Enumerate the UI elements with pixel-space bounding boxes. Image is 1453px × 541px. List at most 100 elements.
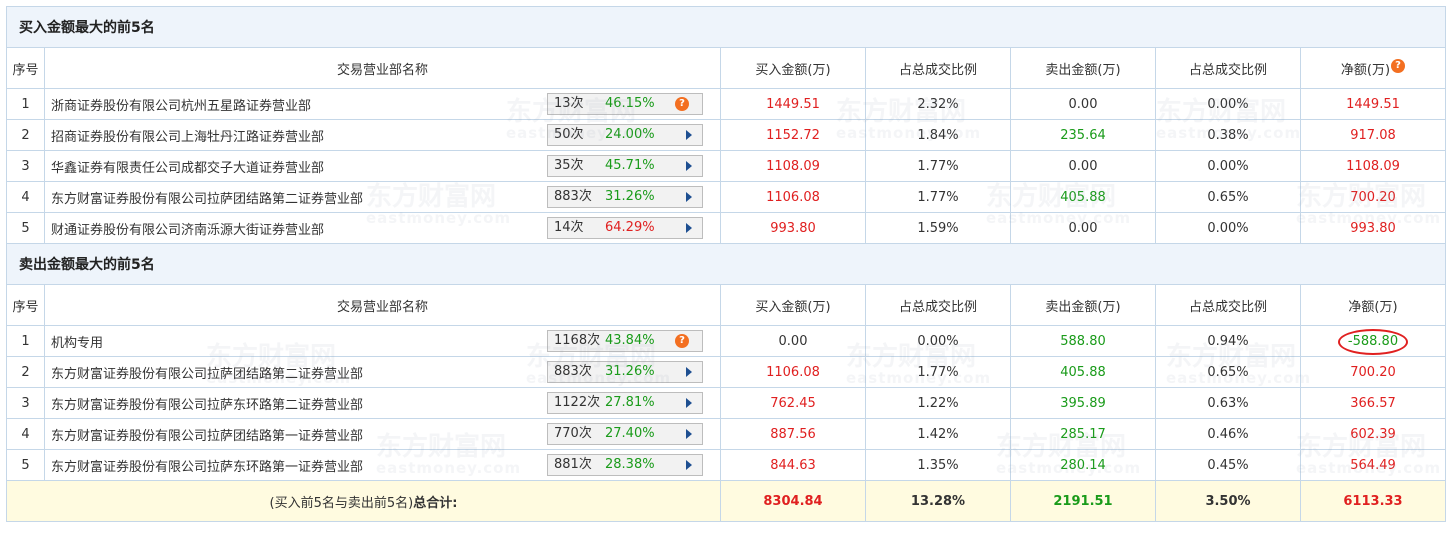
dept-cell: 东方财富证券股份有限公司拉萨团结路第一证券营业部 770次 27.40% bbox=[44, 418, 721, 450]
col-sell-amount-header: 卖出金额(万) bbox=[1010, 284, 1156, 326]
buy-ratio: 1.77% bbox=[865, 356, 1011, 388]
buy-amount: 1106.08 bbox=[720, 356, 866, 388]
dept-name-link[interactable]: 东方财富证券股份有限公司拉萨团结路第二证券营业部 bbox=[51, 363, 363, 382]
dept-stat-box[interactable]: 883次 31.26% bbox=[547, 361, 703, 383]
row-index: 2 bbox=[6, 356, 45, 388]
dept-stat-box[interactable]: 883次 31.26% bbox=[547, 186, 703, 208]
buy-ratio: 0.00% bbox=[865, 325, 1011, 357]
sell-amount: 0.00 bbox=[1010, 150, 1156, 182]
dept-name-link[interactable]: 机构专用 bbox=[51, 332, 103, 351]
buy-ratio: 1.59% bbox=[865, 212, 1011, 244]
net-amount: -588.80 bbox=[1300, 325, 1446, 357]
buy-ratio: 2.32% bbox=[865, 88, 1011, 120]
row-index: 3 bbox=[6, 387, 45, 419]
triangle-right-icon[interactable] bbox=[686, 429, 692, 439]
dept-cell: 财通证券股份有限公司济南泺源大街证券营业部 14次 64.29% bbox=[44, 212, 721, 244]
net-amount: 993.80 bbox=[1300, 212, 1446, 244]
net-amount: 700.20 bbox=[1300, 181, 1446, 213]
sell-amount: 235.64 bbox=[1010, 119, 1156, 151]
total-row: (买入前5名与卖出前5名)总合计: 8304.84 13.28% 2191.51… bbox=[6, 480, 1446, 522]
dept-win-rate: 43.84% bbox=[605, 333, 655, 348]
col-net-header: 净额(万)? bbox=[1300, 47, 1446, 89]
dept-stat-box[interactable]: 1122次 27.81% bbox=[547, 392, 703, 414]
dept-name-link[interactable]: 财通证券股份有限公司济南泺源大街证券营业部 bbox=[51, 219, 324, 238]
col-sell-ratio-header: 占总成交比例 bbox=[1155, 47, 1301, 89]
dept-win-rate: 31.26% bbox=[605, 189, 655, 204]
sell-amount: 405.88 bbox=[1010, 181, 1156, 213]
sell-ratio: 0.94% bbox=[1155, 325, 1301, 357]
buy-ratio: 1.35% bbox=[865, 449, 1011, 481]
triangle-right-icon[interactable] bbox=[686, 367, 692, 377]
row-index: 4 bbox=[6, 181, 45, 213]
net-amount-text: 366.57 bbox=[1350, 395, 1396, 411]
total-buy-amount: 8304.84 bbox=[720, 480, 866, 522]
net-amount-text: 700.20 bbox=[1350, 364, 1396, 380]
dept-name-link[interactable]: 东方财富证券股份有限公司拉萨东环路第一证券营业部 bbox=[51, 456, 363, 475]
triangle-right-icon[interactable] bbox=[686, 398, 692, 408]
triangle-right-icon[interactable] bbox=[686, 161, 692, 171]
dept-stat-box[interactable]: 14次 64.29% bbox=[547, 217, 703, 239]
table-row: 2 招商证券股份有限公司上海牡丹江路证券营业部 50次 24.00% 1152.72 1.… bbox=[6, 119, 1446, 151]
net-amount: 1108.09 bbox=[1300, 150, 1446, 182]
sell-column-header-row: 序号 交易营业部名称 买入金额(万) 占总成交比例 卖出金额(万) 占总成交比例… bbox=[6, 284, 1446, 326]
dept-count: 50次 bbox=[554, 127, 584, 142]
net-amount-circled: -588.80 bbox=[1337, 329, 1409, 355]
total-sell-amount: 2191.51 bbox=[1010, 480, 1156, 522]
net-amount-text: 564.49 bbox=[1350, 457, 1396, 473]
triangle-right-icon[interactable] bbox=[686, 130, 692, 140]
dept-cell: 东方财富证券股份有限公司拉萨团结路第二证券营业部 883次 31.26% bbox=[44, 181, 721, 213]
sell-ratio: 0.00% bbox=[1155, 88, 1301, 120]
table-row: 5 东方财富证券股份有限公司拉萨东环路第一证券营业部 881次 28.38% 844.6… bbox=[6, 449, 1446, 481]
row-index: 2 bbox=[6, 119, 45, 151]
net-amount: 1449.51 bbox=[1300, 88, 1446, 120]
dept-stat-box[interactable]: 1168次 43.84%? bbox=[547, 330, 703, 352]
total-label-text: (买入前5名与卖出前5名) bbox=[269, 495, 414, 511]
triangle-right-icon[interactable] bbox=[686, 460, 692, 470]
dept-cell: 东方财富证券股份有限公司拉萨东环路第二证券营业部 1122次 27.81% bbox=[44, 387, 721, 419]
buy-ratio: 1.42% bbox=[865, 418, 1011, 450]
dept-name-link[interactable]: 华鑫证券有限责任公司成都交子大道证券营业部 bbox=[51, 157, 324, 176]
dept-count: 14次 bbox=[554, 220, 584, 235]
dept-name-link[interactable]: 浙商证券股份有限公司杭州五星路证券营业部 bbox=[51, 95, 311, 114]
dept-win-rate: 27.40% bbox=[605, 426, 655, 441]
dept-name-link[interactable]: 招商证券股份有限公司上海牡丹江路证券营业部 bbox=[51, 126, 324, 145]
triangle-right-icon[interactable] bbox=[686, 192, 692, 202]
help-icon[interactable]: ? bbox=[675, 334, 689, 348]
table-row: 4 东方财富证券股份有限公司拉萨团结路第一证券营业部 770次 27.40% 887.5… bbox=[6, 418, 1446, 450]
dept-cell: 华鑫证券有限责任公司成都交子大道证券营业部 35次 45.71% bbox=[44, 150, 721, 182]
dept-win-rate: 31.26% bbox=[605, 364, 655, 379]
sell-ratio: 0.38% bbox=[1155, 119, 1301, 151]
help-icon[interactable]: ? bbox=[1391, 58, 1406, 73]
help-icon[interactable]: ? bbox=[675, 97, 689, 111]
sell-ratio: 0.00% bbox=[1155, 212, 1301, 244]
sell-ratio: 0.46% bbox=[1155, 418, 1301, 450]
dept-stat-box[interactable]: 35次 45.71% bbox=[547, 155, 703, 177]
dept-stat-box[interactable]: 13次 46.15%? bbox=[547, 93, 703, 115]
buy-ratio: 1.77% bbox=[865, 181, 1011, 213]
buy-amount: 1108.09 bbox=[720, 150, 866, 182]
table-row: 2 东方财富证券股份有限公司拉萨团结路第二证券营业部 883次 31.26% 1106.… bbox=[6, 356, 1446, 388]
net-amount-text: 1108.09 bbox=[1346, 158, 1400, 174]
dept-stat-box[interactable]: 881次 28.38% bbox=[547, 454, 703, 476]
dept-count: 770次 bbox=[554, 426, 592, 441]
buy-column-header-row: 序号 交易营业部名称 买入金额(万) 占总成交比例 卖出金额(万) 占总成交比例… bbox=[6, 47, 1446, 89]
sell-ratio: 0.63% bbox=[1155, 387, 1301, 419]
buy-amount: 0.00 bbox=[720, 325, 866, 357]
dept-win-rate: 64.29% bbox=[605, 220, 655, 235]
triangle-right-icon[interactable] bbox=[686, 223, 692, 233]
sell-amount: 405.88 bbox=[1010, 356, 1156, 388]
net-amount: 366.57 bbox=[1300, 387, 1446, 419]
col-sell-amount-header: 卖出金额(万) bbox=[1010, 47, 1156, 89]
dept-name-link[interactable]: 东方财富证券股份有限公司拉萨东环路第二证券营业部 bbox=[51, 394, 363, 413]
sell-amount: 395.89 bbox=[1010, 387, 1156, 419]
table-row: 1 浙商证券股份有限公司杭州五星路证券营业部 13次 46.15%? 1449.51 2.… bbox=[6, 88, 1446, 120]
dept-name-link[interactable]: 东方财富证券股份有限公司拉萨团结路第二证券营业部 bbox=[51, 188, 363, 207]
dept-count: 13次 bbox=[554, 96, 584, 111]
col-buy-amount-header: 买入金额(万) bbox=[720, 47, 866, 89]
row-index: 3 bbox=[6, 150, 45, 182]
dept-stat-box[interactable]: 50次 24.00% bbox=[547, 124, 703, 146]
table-row: 1 机构专用 1168次 43.84%? 0.00 0.00% 588.80 0.94% -58… bbox=[6, 325, 1446, 357]
dept-name-link[interactable]: 东方财富证券股份有限公司拉萨团结路第一证券营业部 bbox=[51, 425, 363, 444]
dept-stat-box[interactable]: 770次 27.40% bbox=[547, 423, 703, 445]
sell-amount: 0.00 bbox=[1010, 212, 1156, 244]
